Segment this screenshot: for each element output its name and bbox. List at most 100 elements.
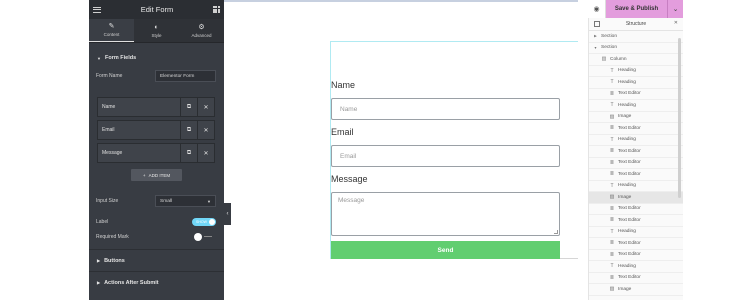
duplicate-icon[interactable]: ⧉ — [180, 121, 197, 139]
text-editor-icon: ≣ — [609, 90, 615, 97]
form-fields-section-toggle[interactable]: ▼ Form Fields — [89, 50, 224, 66]
structure-item[interactable]: ≣ Text Editor — [589, 238, 683, 250]
message-field-label: Message — [331, 174, 368, 184]
name-input[interactable]: Name — [331, 98, 560, 120]
triangle-right-icon[interactable]: ▶ — [592, 34, 599, 38]
image-icon: ▨ — [609, 194, 615, 201]
repeater-item-message[interactable]: Message ⧉ ✕ — [97, 143, 215, 163]
structure-item[interactable]: T Heading — [589, 227, 683, 238]
structure-item[interactable]: ≣ Text Editor — [589, 215, 683, 227]
heading-icon: T — [610, 79, 614, 86]
structure-item[interactable]: T Heading — [589, 100, 683, 112]
tab-advanced[interactable]: ⚙ Advanced — [179, 19, 224, 42]
triangle-right-icon: ▶ — [97, 280, 101, 285]
structure-tree: ▶ Section ▼ Section ▥ Column T Heading T Heading ≣… — [589, 31, 683, 296]
label-row: Label SHOW — [89, 214, 224, 229]
duplicate-icon[interactable]: ⧉ — [180, 98, 197, 116]
heading-icon: T — [610, 102, 614, 109]
structure-item-label: Text Editor — [618, 125, 641, 131]
required-mark-toggle[interactable] — [194, 232, 216, 241]
heading-icon: T — [610, 228, 614, 235]
send-button[interactable]: Send — [331, 241, 560, 259]
structure-item-label: Text Editor — [618, 91, 641, 97]
structure-item[interactable]: ▥ Column — [589, 54, 683, 66]
repeater-item-email[interactable]: Email ⧉ ✕ — [97, 120, 215, 140]
repeater-item-label: Name — [102, 104, 116, 110]
triangle-down-icon: ▼ — [97, 55, 101, 61]
section-title: Form Fields — [104, 55, 137, 61]
tab-style[interactable]: ◐ Style — [134, 19, 179, 42]
menu-icon[interactable] — [93, 6, 101, 13]
panel-tabs: ✎ Content ◐ Style ⚙ Advanced — [89, 19, 224, 43]
form-name-input[interactable]: Elementor Form — [155, 70, 216, 82]
structure-item[interactable]: ▨ Image — [589, 192, 683, 204]
preview-eye-icon[interactable]: ◉ — [588, 0, 606, 18]
publish-bar: ◉ Save & Publish ⌄ — [588, 0, 683, 18]
structure-item-label: Heading — [618, 68, 636, 74]
editor-window: Edit Form ✎ Content ◐ Style ⚙ Advanced ▼… — [0, 0, 755, 300]
structure-item-label: Heading — [618, 79, 636, 85]
structure-item[interactable]: ▼ Section — [589, 43, 683, 54]
collapse-panel-handle[interactable]: ‹ — [224, 203, 231, 225]
structure-item[interactable]: T Heading — [589, 77, 683, 89]
duplicate-icon[interactable]: ⧉ — [180, 144, 197, 162]
email-placeholder: Email — [340, 152, 357, 160]
editor-panel: Edit Form ✎ Content ◐ Style ⚙ Advanced ▼… — [89, 0, 224, 300]
actions-after-submit-section-toggle[interactable]: ▶ Actions After Submit — [89, 271, 224, 293]
structure-item[interactable]: ≣ Text Editor — [589, 273, 683, 284]
structure-item[interactable]: T Heading — [589, 135, 683, 146]
structure-item[interactable]: ≣ Text Editor — [589, 169, 683, 181]
save-publish-button[interactable]: Save & Publish — [606, 0, 667, 18]
plus-icon: + — [142, 172, 146, 178]
structure-item[interactable]: T Heading — [589, 181, 683, 192]
add-item-label: ADD ITEM — [148, 172, 171, 178]
message-textarea[interactable]: Message — [331, 192, 560, 236]
image-icon: ▨ — [609, 113, 615, 120]
label-label: Label — [96, 218, 109, 225]
triangle-down-icon[interactable]: ▼ — [592, 46, 599, 50]
structure-item[interactable]: ≣ Text Editor — [589, 146, 683, 158]
add-item-button[interactable]: + ADD ITEM — [131, 169, 182, 181]
close-icon[interactable]: ✕ — [197, 98, 214, 116]
widgets-grid-icon[interactable] — [212, 6, 220, 13]
structure-item-label: Heading — [618, 137, 636, 143]
pencil-icon: ✎ — [108, 23, 115, 30]
structure-item[interactable]: ≣ Text Editor — [589, 89, 683, 100]
input-size-select[interactable]: Small ▼ — [155, 195, 216, 207]
tab-content[interactable]: ✎ Content — [89, 19, 134, 42]
buttons-section-toggle[interactable]: ▶ Buttons — [89, 249, 224, 271]
close-icon[interactable]: ✕ — [674, 20, 678, 26]
text-editor-icon: ≣ — [609, 159, 615, 166]
structure-item-label: Heading — [618, 229, 636, 235]
repeater-item-name[interactable]: Name ⧉ ✕ — [97, 97, 215, 117]
structure-item[interactable]: ≣ Text Editor — [589, 250, 683, 261]
gear-icon: ⚙ — [198, 23, 205, 31]
heading-icon: T — [610, 67, 614, 74]
structure-item[interactable]: ▨ Image — [589, 284, 683, 296]
structure-item-label: Column — [610, 56, 627, 62]
column-icon: ▥ — [601, 56, 607, 63]
structure-item[interactable]: ≣ Text Editor — [589, 158, 683, 169]
required-mark-label: Required Mark — [96, 233, 129, 240]
structure-item[interactable]: T Heading — [589, 66, 683, 77]
structure-item-label: Heading — [618, 183, 636, 189]
structure-item[interactable]: ≣ Text Editor — [589, 204, 683, 215]
heading-icon: T — [610, 136, 614, 143]
close-icon[interactable]: ✕ — [197, 121, 214, 139]
structure-item[interactable]: ≣ Text Editor — [589, 123, 683, 135]
close-icon[interactable]: ✕ — [197, 144, 214, 162]
email-input[interactable]: Email — [331, 145, 560, 167]
label-toggle[interactable]: SHOW — [192, 217, 216, 226]
section-title: Actions After Submit — [104, 279, 159, 286]
structure-item-label: Text Editor — [618, 217, 641, 223]
email-field-label: Email — [331, 127, 354, 137]
resize-handle-icon[interactable] — [554, 230, 558, 234]
heading-icon: T — [610, 182, 614, 189]
structure-item-label: Text Editor — [618, 275, 641, 281]
structure-item[interactable]: ▶ Section — [589, 31, 683, 43]
scrollbar[interactable] — [678, 38, 681, 198]
structure-item[interactable]: T Heading — [589, 261, 683, 273]
publish-options-chevron-icon[interactable]: ⌄ — [667, 0, 683, 18]
structure-item[interactable]: ▨ Image — [589, 112, 683, 123]
panel-header: Edit Form — [89, 0, 224, 19]
